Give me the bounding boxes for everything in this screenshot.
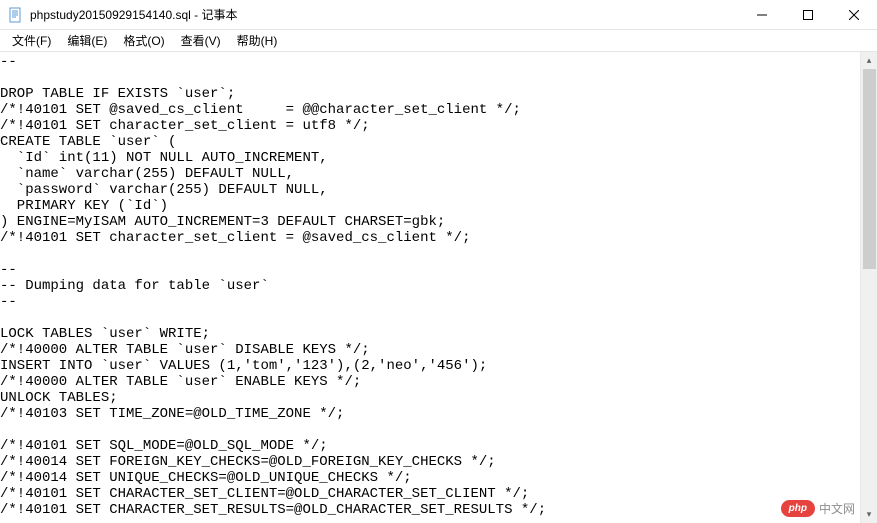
minimize-button[interactable]: [739, 0, 785, 29]
menu-edit[interactable]: 编辑(E): [59, 30, 115, 51]
scroll-up-arrow[interactable]: ▴: [861, 52, 877, 69]
window-controls: [739, 0, 877, 29]
vertical-scrollbar[interactable]: ▴ ▾: [860, 52, 877, 523]
menu-file[interactable]: 文件(F): [4, 30, 59, 51]
titlebar: phpstudy20150929154140.sql - 记事本: [0, 0, 877, 30]
maximize-button[interactable]: [785, 0, 831, 29]
menu-format[interactable]: 格式(O): [115, 30, 172, 51]
scroll-thumb[interactable]: [863, 69, 876, 269]
text-editor[interactable]: -- DROP TABLE IF EXISTS `user`; /*!40101…: [0, 52, 860, 523]
menubar: 文件(F) 编辑(E) 格式(O) 查看(V) 帮助(H): [0, 30, 877, 52]
app-icon: [8, 7, 24, 23]
window-title: phpstudy20150929154140.sql - 记事本: [30, 6, 739, 23]
close-button[interactable]: [831, 0, 877, 29]
menu-view[interactable]: 查看(V): [173, 30, 229, 51]
menu-help[interactable]: 帮助(H): [229, 30, 286, 51]
content-area: -- DROP TABLE IF EXISTS `user`; /*!40101…: [0, 52, 877, 523]
scroll-down-arrow[interactable]: ▾: [861, 506, 877, 523]
